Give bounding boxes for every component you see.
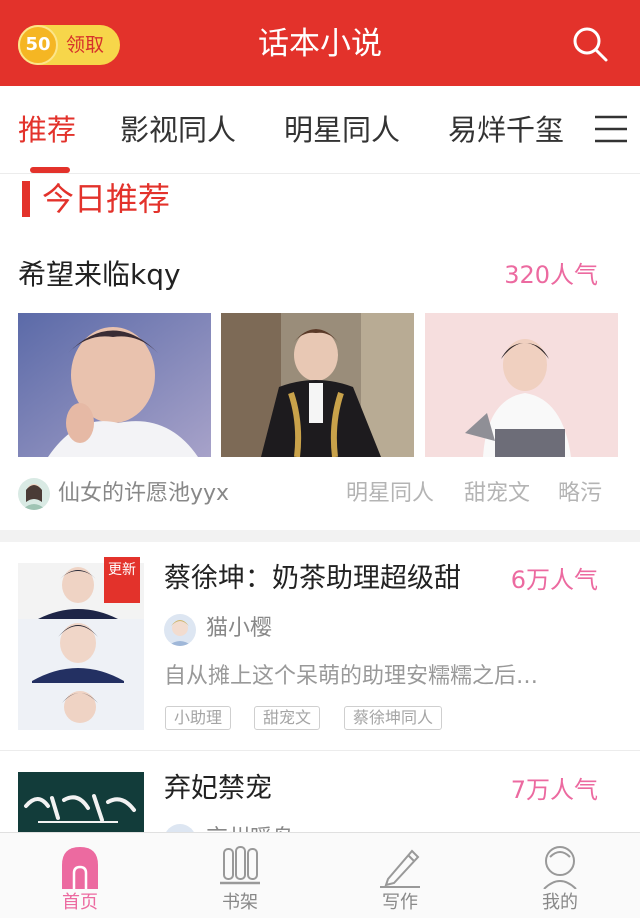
author-avatar[interactable] xyxy=(18,478,50,510)
tab-yiyang-qianxi[interactable]: 易烊千玺 xyxy=(448,110,564,150)
featured-cover-image-1[interactable] xyxy=(18,313,211,457)
bottom-nav: 首页 书架 写作 我的 xyxy=(0,832,640,918)
book-cover-image[interactable] xyxy=(18,772,144,832)
book-popularity: 7万人气 xyxy=(510,776,598,804)
book-description: 自从摊上这个呆萌的助理安糯糯之后… xyxy=(164,664,539,689)
tab-film-fanfic[interactable]: 影视同人 xyxy=(120,110,236,150)
featured-author-row: 仙女的许愿池yyx 明星同人 甜宠文 略污 xyxy=(18,476,622,512)
book-tag[interactable]: 小助理 xyxy=(165,706,232,730)
section-separator xyxy=(0,530,640,542)
book-popularity: 6万人气 xyxy=(510,566,598,594)
featured-title[interactable]: 希望来临kqy xyxy=(18,254,181,296)
nav-home[interactable]: 首页 xyxy=(0,833,160,919)
author-avatar[interactable] xyxy=(164,614,196,646)
nav-label: 首页 xyxy=(62,892,98,913)
nav-bookshelf[interactable]: 书架 xyxy=(160,833,320,919)
nav-label: 书架 xyxy=(222,892,258,913)
pencil-icon xyxy=(376,843,424,889)
tab-recommend[interactable]: 推荐 xyxy=(18,110,76,150)
profile-icon xyxy=(536,843,584,890)
list-divider xyxy=(0,750,640,751)
nav-label: 写作 xyxy=(382,892,418,913)
featured-cover-image-2[interactable] xyxy=(221,313,414,457)
book-title[interactable]: 蔡徐坤：奶茶助理超级甜 xyxy=(164,559,461,599)
app-title: 话本小说 xyxy=(258,26,382,62)
nav-write[interactable]: 写作 xyxy=(320,833,480,919)
tab-celebrity-fanfic[interactable]: 明星同人 xyxy=(284,110,400,150)
bookshelf-icon xyxy=(216,843,264,889)
book-tag[interactable]: 甜宠文 xyxy=(254,706,321,730)
nav-profile[interactable]: 我的 xyxy=(480,833,640,919)
featured-cover-image-3[interactable] xyxy=(425,313,618,457)
section-title: 今日推荐 xyxy=(42,180,171,218)
home-icon xyxy=(56,843,104,889)
featured-popularity: 320人气 xyxy=(504,261,598,289)
nav-label: 我的 xyxy=(542,892,578,913)
book-title[interactable]: 弃妃禁宠 xyxy=(164,769,272,809)
section-accent-bar xyxy=(22,181,30,217)
top-bar: 50 领取 话本小说 xyxy=(0,0,640,86)
book-tag[interactable]: 蔡徐坤同人 xyxy=(344,706,443,730)
menu-icon[interactable] xyxy=(594,114,628,144)
featured-tag[interactable]: 略污 xyxy=(558,476,602,512)
active-tab-indicator xyxy=(30,167,70,173)
update-badge: 更新 xyxy=(104,557,140,603)
category-tabs: 推荐 影视同人 明星同人 易烊千玺 xyxy=(0,86,640,174)
featured-author-name[interactable]: 仙女的许愿池yyx xyxy=(58,476,229,512)
featured-tag[interactable]: 明星同人 xyxy=(346,476,434,512)
book-author[interactable]: 猫小樱 xyxy=(206,611,272,647)
featured-tag[interactable]: 甜宠文 xyxy=(464,476,530,512)
search-icon[interactable] xyxy=(570,24,610,64)
